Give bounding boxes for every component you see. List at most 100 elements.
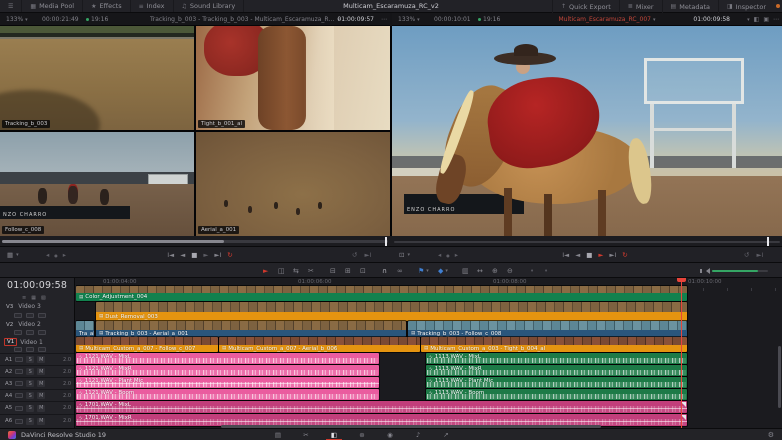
match-frame-icon[interactable]: ↺ (352, 251, 357, 259)
track-id-destination[interactable]: V1 (4, 338, 17, 346)
clip-multicam-aerial[interactable]: ▤ Multicam_Custom_a_007 - Aerial_b_006 (219, 337, 420, 352)
audio-clip-1121-mixl[interactable]: ∿1121.WAV - MixL (76, 353, 379, 364)
page-media[interactable]: ▤ (264, 429, 292, 440)
zoom-in-button[interactable]: ⊕ (492, 263, 498, 278)
select-mode-button[interactable]: ► (263, 263, 268, 278)
last-frame-button[interactable]: ►I (609, 251, 616, 259)
solo-button[interactable]: S (26, 418, 34, 425)
auto-select-icon[interactable] (38, 313, 46, 318)
next-edit-icon[interactable]: ►I (364, 251, 371, 259)
sound-library-button[interactable]: ♫ Sound Library (174, 0, 245, 12)
step-back-button[interactable]: ◄ (180, 251, 185, 259)
vertical-scrollbar[interactable] (778, 346, 781, 408)
speaker-icon[interactable] (700, 263, 710, 278)
clip-multicam-tight[interactable]: ▤ Multicam_Custom_a_003 - Tight_b_004_al (421, 337, 687, 352)
timeline-clip-name-dropdown[interactable]: Multicam_Escaramuza_RC_007 ▾ (542, 13, 672, 26)
lock-icon[interactable] (15, 357, 23, 362)
lock-icon[interactable] (14, 330, 22, 335)
track-id[interactable]: V3 (4, 304, 15, 310)
last-frame-button[interactable]: ►I (214, 251, 221, 259)
lock-icon[interactable] (15, 381, 23, 386)
multicam-angle-tracking[interactable]: Tracking_b_003 (0, 26, 194, 130)
track-header-v1[interactable]: V1 Video 1 (4, 338, 43, 346)
source-zoom-dropdown[interactable]: 133% ▾ (6, 13, 28, 26)
first-frame-button[interactable]: I◄ (562, 251, 569, 259)
metadata-button[interactable]: ▤ Metadata (662, 0, 718, 13)
zoom-fit-button[interactable]: ↔ (477, 263, 483, 278)
audio-clip-1701-mixl[interactable]: ∿1701.WAV - MixL (76, 401, 687, 413)
match-frame-icon[interactable]: ↺ (744, 251, 749, 259)
track-id[interactable]: A6 (5, 418, 12, 424)
solo-button[interactable]: S (26, 356, 34, 363)
lock-icon[interactable] (15, 419, 23, 424)
clip-tracking-follow[interactable]: ▤ Tracking_b_003 - Follow_c_008 (408, 321, 687, 337)
page-fusion[interactable]: ⊛ (348, 429, 376, 440)
loop-button[interactable]: ↻ (622, 251, 627, 259)
solo-button[interactable]: S (26, 392, 34, 399)
multicam-view-selector[interactable]: ▦ ▾ (7, 247, 19, 263)
stop-button[interactable]: ■ (586, 251, 592, 259)
track-id[interactable]: A4 (5, 393, 12, 399)
source-playhead-tick[interactable] (385, 237, 387, 246)
stop-button[interactable]: ■ (191, 251, 197, 259)
track-id[interactable]: A2 (5, 369, 12, 375)
insert-clip-button[interactable]: ⊟ (330, 263, 336, 278)
waveform-view-icon[interactable]: ▧ (41, 295, 46, 301)
program-jog-controls[interactable]: ◂ ● ▸ (438, 247, 458, 263)
lock-icon[interactable] (15, 393, 23, 398)
first-frame-button[interactable]: I◄ (167, 251, 174, 259)
page-edit[interactable]: ◧ (320, 429, 348, 440)
multicam-angle-follow[interactable]: NZO CHARRO Follow_c_008 (0, 132, 194, 236)
flag-button[interactable]: ⚑▾ (418, 263, 429, 278)
film-view-icon[interactable]: ▦ (31, 295, 36, 301)
volume-slider[interactable] (712, 270, 758, 272)
linked-selection-button[interactable]: ∞ (397, 263, 403, 278)
source-options-menu[interactable]: ⋯ (381, 13, 387, 26)
zoom-out-button[interactable]: ⊖ (507, 263, 513, 278)
clip-color-adjustment[interactable]: ▤ Color_Adjustment_004 (76, 286, 687, 301)
dynamic-trim-mode-button[interactable]: ⇆ (293, 263, 299, 278)
loop-button[interactable]: ↻ (227, 251, 232, 259)
main-menu-button[interactable]: ☰ (0, 0, 22, 12)
mixer-button[interactable]: ≣ Mixer (619, 0, 662, 13)
audio-clip-1113-boom[interactable]: ∿1113.WAV - Boom (426, 389, 687, 400)
track-header-a2[interactable]: A2 S M 2.0 (0, 365, 75, 377)
track-header-a1[interactable]: A1 S M 2.0 (0, 353, 75, 365)
source-clip-name-dropdown[interactable]: Tracking_b_003 - Tracking_b_003 - Multic… (150, 13, 340, 26)
clip-dust-removal[interactable]: ▤ Dust_Removal_003 (96, 302, 687, 321)
mute-button[interactable]: M (37, 380, 45, 387)
multicam-angle-aerial[interactable]: Aerial_a_001 (196, 132, 390, 236)
index-button[interactable]: ≡ Index (131, 0, 174, 12)
audio-clip-1121-boom[interactable]: ∿1121.WAV - Boom (76, 389, 379, 400)
solo-button[interactable]: S (26, 405, 34, 412)
audio-clip-1113-plantmic[interactable]: ∿1113.WAV - Plant Mic (426, 377, 687, 388)
program-scrub-bar[interactable] (394, 241, 780, 243)
lock-icon[interactable] (15, 369, 23, 374)
track-header-a3[interactable]: A3 S M 2.0 (0, 377, 75, 389)
clip-tracking-stub[interactable]: Tra_al (76, 321, 94, 337)
horizontal-scrollbar[interactable] (221, 425, 601, 428)
audio-clip-1113-mixl[interactable]: ∿1113.WAV - MixL (426, 353, 687, 364)
play-button[interactable]: ► (598, 251, 603, 259)
enable-icon[interactable] (26, 347, 34, 352)
page-deliver[interactable]: ↗ (432, 429, 460, 440)
program-view-selector[interactable]: ⊡ ▾ (399, 247, 410, 263)
source-zoom-scrollbar[interactable] (2, 240, 224, 243)
list-icon[interactable]: ≡ (22, 295, 26, 301)
program-playhead-tick[interactable] (767, 237, 769, 246)
timeline-view-options-button[interactable]: ▥ (462, 263, 469, 278)
gallery-icon[interactable]: ◧ (754, 16, 760, 23)
clip-multicam-follow[interactable]: ▤ Multicam_Custom_a_007 - Follow_c_007 (76, 337, 218, 352)
effects-button[interactable]: ★ Effects (83, 0, 130, 12)
solo-button[interactable]: S (26, 380, 34, 387)
solo-button[interactable]: S (26, 368, 34, 375)
media-pool-button[interactable]: ▦ Media Pool (22, 0, 83, 12)
audio-clip-1121-plantmic[interactable]: ∿1121.WAV - Plant Mic (76, 377, 379, 388)
program-viewer[interactable]: ENZO CHARRO (392, 26, 782, 236)
step-back-button[interactable]: ◄ (575, 251, 580, 259)
ellipsis-icon[interactable]: ⋯ (773, 16, 779, 23)
settings-button[interactable]: ⚙ (768, 429, 774, 440)
snapping-button[interactable]: ∩ (382, 263, 387, 278)
overwrite-clip-button[interactable]: ⊞ (345, 263, 351, 278)
mute-button[interactable]: M (37, 368, 45, 375)
